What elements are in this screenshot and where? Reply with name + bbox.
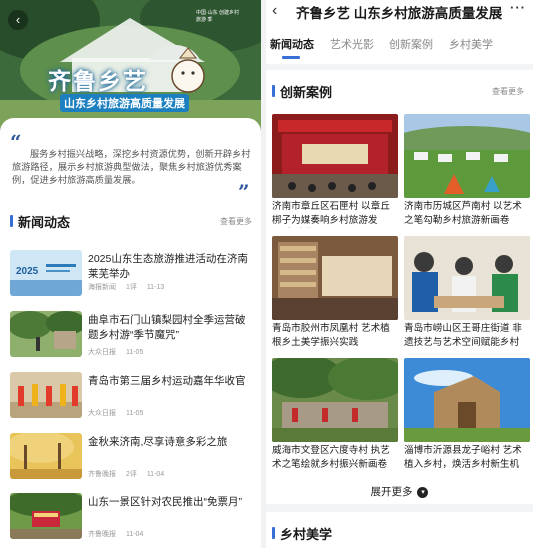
news-title[interactable]: 山东一景区针对农民推出“免票月” [88, 495, 254, 510]
news-date: 11-05 [125, 349, 144, 356]
news-date: 11-05 [125, 410, 144, 417]
news-meta: 大众日报 11-05 [88, 408, 151, 418]
back-button[interactable]: ‹ [8, 10, 28, 30]
news-meta: 齐鲁晚报 11-04 [88, 529, 151, 539]
section-accent-bar [10, 215, 13, 227]
news-meta: 齐鲁晚报 2评 11-04 [88, 469, 172, 479]
case-image [272, 236, 398, 320]
news-date: 11-13 [146, 284, 165, 291]
news-title[interactable]: 青岛市第三届乡村运动嘉年华收官 [88, 374, 254, 389]
case-caption[interactable]: 威海市文登区六度寺村 执艺术之笔绘就乡村振兴新画卷 [272, 444, 398, 472]
tab-bar: 新闻动态 艺术光影 创新案例 乡村美学 [266, 36, 533, 60]
banner-title: 齐鲁乡艺 [48, 68, 148, 94]
tab-innovation-cases[interactable]: 创新案例 [389, 36, 433, 52]
chevron-down-icon: ▾ [417, 486, 429, 498]
case-caption[interactable]: 青岛市胶州市凤凰村 艺术植根乡土美学振兴实践 [272, 322, 398, 350]
left-panel: ‹ 中国·山东 创建乡村旅游 季 齐鲁乡艺 山东乡村旅游高质量发展 “ 服务乡村… [0, 0, 261, 548]
case-card[interactable]: 淄博市沂源县龙子峪村 艺术植入乡村，焕活乡村新生机 [404, 358, 530, 476]
case-caption[interactable]: 青岛市崂山区王哥庄街道 非遗技艺与艺术空间赋能乡村 [404, 322, 530, 350]
news-section-title: 新闻动态 [18, 215, 71, 230]
news-more-link[interactable]: 查看更多 [220, 216, 252, 227]
close-quote-icon: ” [238, 180, 250, 204]
news-date: 11-04 [125, 531, 144, 538]
page-title: 齐鲁乡艺 山东乡村旅游高质量发展 [296, 6, 503, 21]
news-thumbnail-text: 2025 [16, 266, 39, 277]
news-comments: 2评 [125, 471, 137, 478]
news-item[interactable]: 曲阜市石门山镇梨园村全季运营破题乡村游“季节魔咒” 大众日报 11-05 [10, 311, 255, 367]
news-source: 大众日报 [88, 349, 116, 356]
case-card[interactable]: 青岛市胶州市凤凰村 艺术植根乡土美学振兴实践 [272, 236, 398, 354]
tab-art-photos[interactable]: 艺术光影 [330, 36, 374, 52]
news-source: 海报新闻 [88, 284, 116, 291]
case-caption[interactable]: 济南市章丘区石匣村 以章丘梆子为媒奏响乡村旅游发展“交响曲” [272, 200, 398, 228]
aesthetics-section-header: 乡村美学 [272, 524, 528, 542]
news-thumbnail [10, 311, 82, 357]
case-image [404, 114, 530, 198]
news-item[interactable]: 青岛市第三届乡村运动嘉年华收官 大众日报 11-05 [10, 372, 255, 428]
case-caption[interactable]: 济南市历城区芦南村 以艺术之笔勾勒乡村旅游新画卷 [404, 200, 530, 228]
more-dots-icon[interactable]: ··· [510, 0, 526, 15]
news-item[interactable]: 金秋来济南,尽享诗意多彩之旅 齐鲁晚报 2评 11-04 [10, 433, 255, 489]
right-panel: ‹ 齐鲁乡艺 山东乡村旅游高质量发展 ··· 新闻动态 艺术光影 创新案例 乡村… [266, 0, 533, 548]
section-separator [266, 64, 533, 70]
news-thumbnail [10, 493, 82, 539]
case-image [272, 358, 398, 442]
case-caption[interactable]: 淄博市沂源县龙子峪村 艺术植入乡村，焕活乡村新生机 [404, 444, 530, 472]
news-source: 齐鲁晚报 [88, 471, 116, 478]
case-image [272, 114, 398, 198]
news-title[interactable]: 金秋来济南,尽享诗意多彩之旅 [88, 435, 254, 450]
cases-section-header: 创新案例 查看更多 [272, 82, 528, 100]
aesthetics-section-title: 乡村美学 [280, 527, 333, 542]
expand-more-button[interactable]: 展开更多 ▾ [266, 484, 533, 499]
case-card[interactable]: 济南市章丘区石匣村 以章丘梆子为媒奏响乡村旅游发展“交响曲” [272, 114, 398, 232]
cases-more-link[interactable]: 查看更多 [492, 86, 524, 97]
news-thumbnail [10, 372, 82, 418]
news-section-header: 新闻动态 查看更多 [10, 212, 255, 230]
news-date: 11-04 [146, 471, 165, 478]
news-meta: 海报新闻 1评 11-13 [88, 282, 172, 292]
news-source: 齐鲁晚报 [88, 531, 116, 538]
intro-text: 服务乡村振兴战略，深挖乡村资源优势，创新开辟乡村旅游路径，展示乡村旅游典型做法，… [12, 149, 251, 185]
news-item[interactable]: 2025 2025山东生态旅游推进活动在济南莱芜举办 海报新闻 1评 11-13 [10, 250, 255, 306]
case-card[interactable]: 威海市文登区六度寺村 执艺术之笔绘就乡村振兴新画卷 [272, 358, 398, 476]
section-separator [266, 504, 533, 512]
back-arrow-icon[interactable]: ‹ [272, 2, 277, 20]
section-accent-bar [272, 85, 275, 97]
news-item[interactable]: 山东一景区针对农民推出“免票月” 齐鲁晚报 11-04 [10, 493, 255, 548]
intro-card: “ 服务乡村振兴战略，深挖乡村资源优势，创新开辟乡村旅游路径，展示乡村旅游典型做… [0, 118, 261, 208]
cases-section-title: 创新案例 [280, 85, 333, 100]
news-comments: 1评 [125, 284, 137, 291]
tab-news[interactable]: 新闻动态 [270, 36, 314, 52]
active-tab-indicator [282, 56, 300, 59]
news-title[interactable]: 2025山东生态旅游推进活动在济南莱芜举办 [88, 252, 254, 282]
news-thumbnail [10, 433, 82, 479]
news-thumbnail: 2025 [10, 250, 82, 296]
tab-rural-aesthetics[interactable]: 乡村美学 [449, 36, 493, 52]
case-card[interactable]: 济南市历城区芦南村 以艺术之笔勾勒乡村旅游新画卷 [404, 114, 530, 232]
event-badge: 中国·山东 创建乡村旅游 季 [196, 10, 240, 23]
banner-subtitle: 山东乡村旅游高质量发展 [60, 94, 189, 112]
news-meta: 大众日报 11-05 [88, 347, 151, 357]
case-card[interactable]: 青岛市崂山区王哥庄街道 非遗技艺与艺术空间赋能乡村 [404, 236, 530, 354]
expand-more-label: 展开更多 [370, 486, 413, 498]
section-accent-bar [272, 527, 275, 539]
case-image [404, 236, 530, 320]
news-title[interactable]: 曲阜市石门山镇梨园村全季运营破题乡村游“季节魔咒” [88, 313, 254, 343]
case-image [404, 358, 530, 442]
news-source: 大众日报 [88, 410, 116, 417]
